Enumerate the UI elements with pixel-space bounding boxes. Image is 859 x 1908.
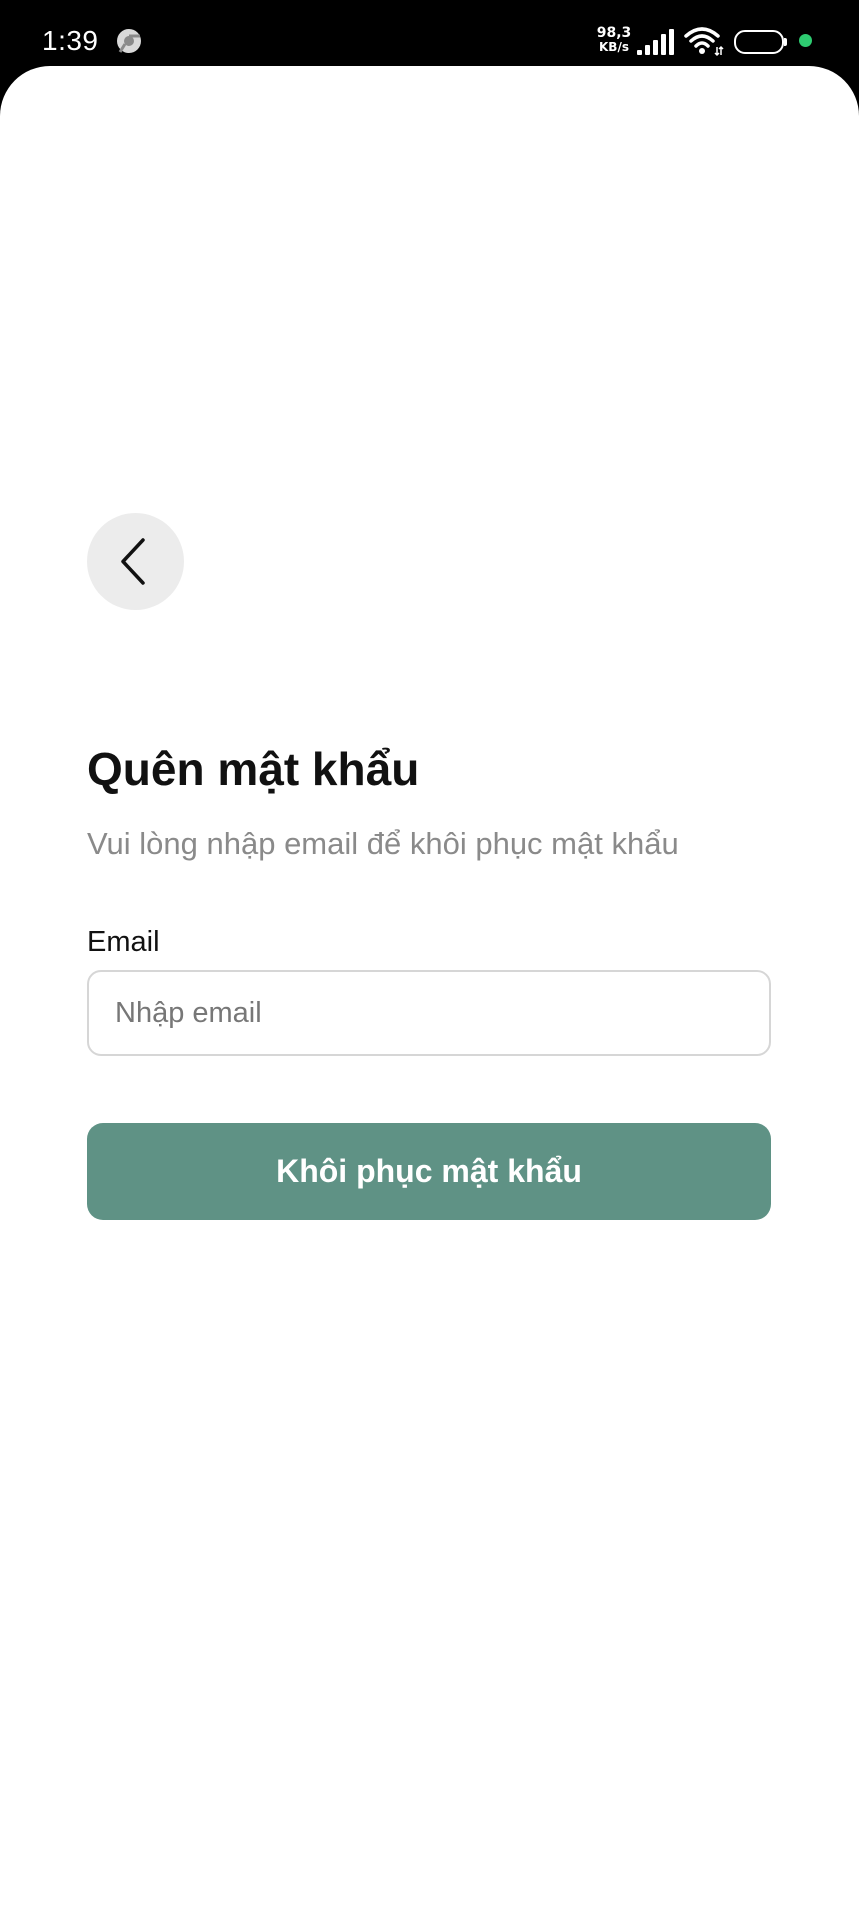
- battery-indicator: 96: [734, 30, 787, 54]
- restore-password-button[interactable]: Khôi phục mật khẩu: [87, 1123, 771, 1220]
- status-time: 1:39: [42, 25, 99, 56]
- battery-tip: [784, 38, 787, 46]
- page-title: Quên mật khẩu: [87, 743, 420, 795]
- back-button[interactable]: [87, 513, 184, 610]
- wifi-icon: [684, 27, 724, 57]
- chevron-left-icon: [121, 538, 145, 585]
- page-subtitle: Vui lòng nhập email để khôi phục mật khẩ…: [87, 826, 679, 861]
- chrome-icon: [117, 29, 141, 53]
- privacy-indicator-dot: [799, 34, 812, 47]
- status-bar: 1:39 98,3 KB/s 96: [0, 0, 859, 66]
- email-field[interactable]: [87, 970, 771, 1056]
- email-label: Email: [87, 926, 160, 958]
- network-speed: 98,3 KB/s: [596, 26, 632, 54]
- network-speed-unit: KB/s: [599, 40, 629, 54]
- network-speed-value: 98,3: [596, 25, 632, 41]
- battery-level: 96: [748, 33, 770, 51]
- cellular-signal-icon: [637, 29, 674, 55]
